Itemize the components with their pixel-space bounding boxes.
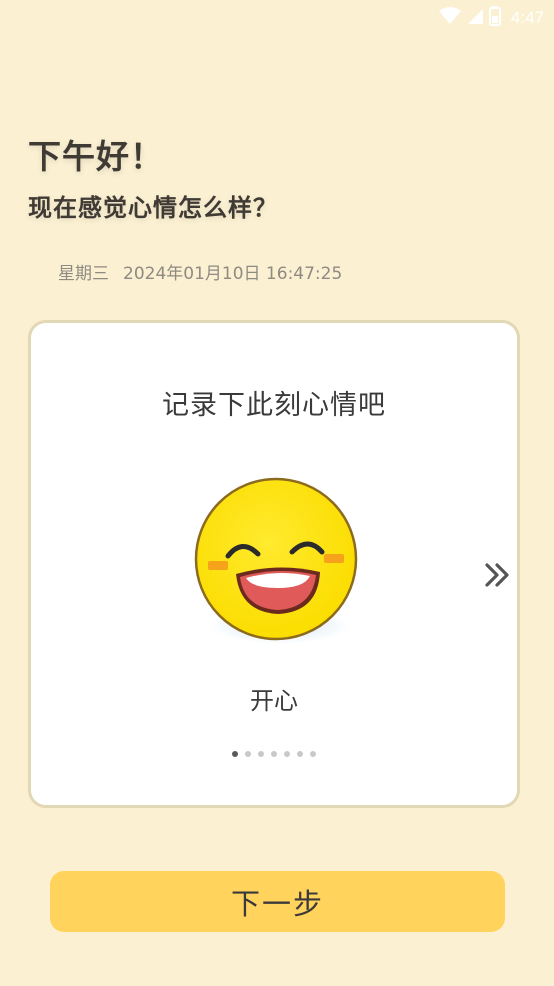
date-line: 星期三 2024年01月10日 16:47:25 bbox=[58, 259, 342, 284]
next-step-button[interactable]: 下一步 bbox=[50, 871, 505, 932]
mood-card: 记录下此刻心情吧 开心 bbox=[28, 320, 520, 808]
mood-label: 开心 bbox=[250, 687, 298, 715]
wifi-icon bbox=[438, 7, 461, 29]
greeting-subtitle: 现在感觉心情怎么样？ bbox=[28, 194, 278, 222]
timestamp-label: 2024年01月10日 16:47:25 bbox=[123, 264, 343, 284]
card-title: 记录下此刻心情吧 bbox=[162, 390, 386, 421]
status-bar: 4:47 bbox=[0, 0, 554, 32]
pager-dot[interactable] bbox=[284, 751, 290, 757]
pager-dot[interactable] bbox=[245, 751, 251, 757]
weekday-label: 星期三 bbox=[58, 264, 109, 284]
battery-icon bbox=[488, 6, 501, 30]
pager-dot[interactable] bbox=[310, 751, 316, 757]
greeting-title: 下午好！ bbox=[28, 137, 164, 176]
pager-dot[interactable] bbox=[271, 751, 277, 757]
pager-dot[interactable] bbox=[258, 751, 264, 757]
pager-dot[interactable] bbox=[297, 751, 303, 757]
double-chevron-right-icon[interactable] bbox=[481, 557, 513, 593]
signal-icon bbox=[467, 7, 483, 29]
status-icons: 4:47 bbox=[438, 6, 544, 30]
status-time: 4:47 bbox=[510, 8, 544, 27]
pager-dot[interactable] bbox=[232, 751, 238, 757]
pager-dots bbox=[31, 751, 517, 757]
laughing-face-icon[interactable] bbox=[194, 476, 364, 651]
